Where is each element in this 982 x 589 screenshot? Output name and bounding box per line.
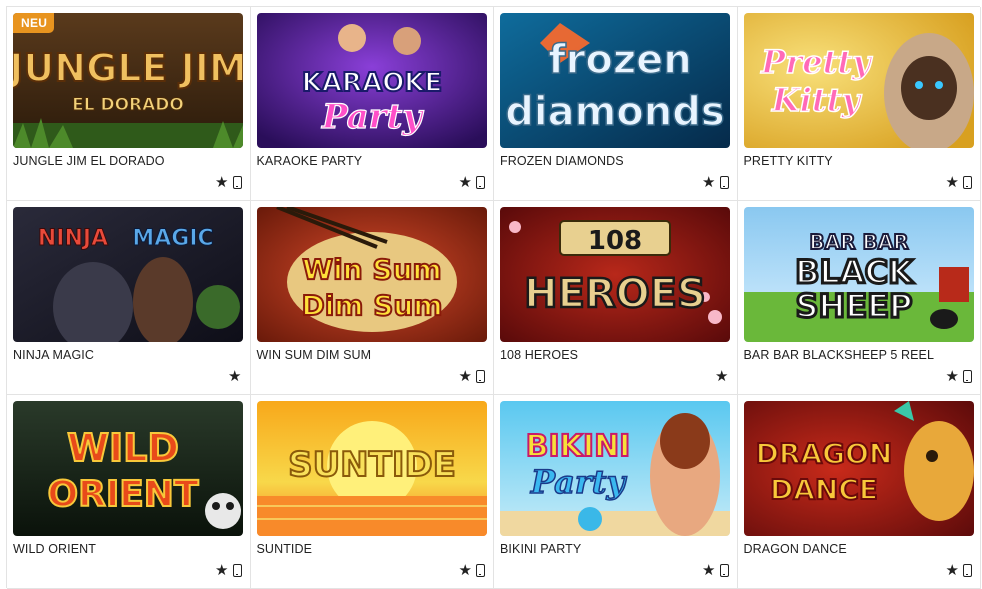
game-thumbnail[interactable]: DRAGON DANCE — [743, 401, 974, 536]
game-tile-pretty-kitty[interactable]: Pretty Kitty PRETTY KITTY ★ — [737, 7, 981, 201]
art-title-line2: Kitty — [770, 81, 862, 119]
star-icon[interactable]: ★ — [459, 175, 472, 190]
art-title-line2: ORIENT — [48, 474, 199, 515]
art-title-line1: NINJA — [38, 226, 108, 251]
star-icon[interactable]: ★ — [459, 563, 472, 578]
game-title[interactable]: KARAOKE PARTY — [257, 154, 363, 168]
art-title-line2: HEROES — [524, 271, 706, 317]
game-title[interactable]: FROZEN DIAMONDS — [500, 154, 624, 168]
game-thumbnail[interactable]: frozen diamonds — [500, 13, 730, 148]
mobile-icon — [963, 370, 972, 383]
star-icon[interactable]: ★ — [459, 369, 472, 384]
mobile-icon — [232, 564, 242, 577]
game-thumbnail[interactable]: JUNGLE JIM EL DORADO — [13, 13, 243, 148]
star-icon[interactable]: ★ — [702, 175, 715, 190]
art-title-line2: Party — [530, 463, 628, 501]
game-tile-bikini-party[interactable]: BIKINI Party BIKINI PARTY ★ — [494, 395, 738, 589]
art-title-line2: BLACK — [795, 253, 914, 291]
art-title-line2: diamonds — [505, 89, 724, 135]
art-title-line1: BIKINI — [526, 429, 631, 464]
game-tile-wild-orient[interactable]: WILD ORIENT WILD ORIENT ★ — [7, 395, 251, 589]
art-title-line1: WILD — [67, 426, 179, 470]
game-tile-108-heroes[interactable]: 108 HEROES 108 HEROES ★ — [494, 201, 738, 395]
star-icon[interactable]: ★ — [946, 175, 959, 190]
game-title[interactable]: PRETTY KITTY — [744, 154, 833, 168]
game-title[interactable]: BAR BAR BLACKSHEEP 5 REEL — [744, 348, 935, 362]
game-title[interactable]: WIN SUM DIM SUM — [257, 348, 372, 362]
game-thumbnail[interactable]: BAR BAR BLACK SHEEP — [743, 207, 974, 342]
mobile-icon — [232, 176, 242, 189]
art-title-line1: JUNGLE JIM — [13, 46, 243, 90]
game-title[interactable]: NINJA MAGIC — [13, 348, 94, 362]
star-icon[interactable]: ★ — [215, 563, 228, 578]
mobile-icon — [719, 564, 729, 577]
mobile-icon — [963, 564, 972, 577]
game-tile-jungle-jim[interactable]: NEU JUNGLE JIM EL DORADO JUNGLE JIM EL D… — [7, 7, 251, 201]
art-title-line2: EL DORADO — [72, 95, 184, 115]
game-title[interactable]: SUNTIDE — [257, 542, 313, 556]
art-title-line2: DANCE — [769, 473, 877, 506]
star-icon[interactable]: ★ — [946, 369, 959, 384]
art-title-line1: Pretty — [760, 43, 873, 81]
game-thumbnail[interactable]: BIKINI Party — [500, 401, 730, 536]
game-tile-win-sum-dim-sum[interactable]: Win Sum Dim Sum WIN SUM DIM SUM ★ — [250, 201, 494, 395]
star-icon[interactable]: ★ — [215, 175, 228, 190]
game-grid: NEU JUNGLE JIM EL DORADO JUNGLE JIM EL D… — [6, 6, 981, 589]
game-tile-dragon-dance[interactable]: DRAGON DANCE DRAGON DANCE ★ — [737, 395, 981, 589]
art-title-line1: SUNTIDE — [288, 445, 456, 485]
game-title[interactable]: JUNGLE JIM EL DORADO — [13, 154, 165, 168]
art-title-line1: 108 — [588, 226, 642, 256]
star-icon[interactable]: ★ — [228, 369, 241, 384]
new-badge: NEU — [13, 13, 55, 33]
art-title-line1: KARAOKE — [301, 68, 441, 98]
game-tile-frozen-diamonds[interactable]: frozen diamonds FROZEN DIAMONDS ★ — [494, 7, 738, 201]
game-thumbnail[interactable]: NINJA MAGIC — [13, 207, 243, 342]
game-tile-karaoke-party[interactable]: KARAOKE Party KARAOKE PARTY ★ — [250, 7, 494, 201]
game-thumbnail[interactable]: Win Sum Dim Sum — [256, 207, 487, 342]
game-thumbnail[interactable]: SUNTIDE — [256, 401, 487, 536]
star-icon[interactable]: ★ — [946, 563, 959, 578]
game-thumbnail[interactable]: WILD ORIENT — [13, 401, 243, 536]
mobile-icon — [476, 370, 485, 383]
game-tile-bar-bar-black-sheep[interactable]: BAR BAR BLACK SHEEP BAR BAR BLACKSHEEP 5… — [737, 201, 981, 395]
mobile-icon — [476, 176, 485, 189]
game-thumbnail[interactable]: Pretty Kitty — [743, 13, 974, 148]
mobile-icon — [719, 176, 729, 189]
art-title-line1: DRAGON — [755, 437, 892, 470]
art-title-line2: MAGIC — [132, 226, 213, 251]
game-tile-suntide[interactable]: SUNTIDE SUNTIDE ★ — [250, 395, 494, 589]
art-title-line2: Party — [320, 97, 423, 137]
art-title-line3: SHEEP — [795, 287, 912, 325]
game-thumbnail[interactable]: KARAOKE Party — [256, 13, 487, 148]
art-title-line1: BAR BAR — [809, 230, 908, 254]
art-title-line1: Win Sum — [302, 253, 441, 286]
mobile-icon — [963, 176, 972, 189]
mobile-icon — [476, 564, 485, 577]
game-title[interactable]: BIKINI PARTY — [500, 542, 581, 556]
game-title[interactable]: DRAGON DANCE — [744, 542, 847, 556]
game-tile-ninja-magic[interactable]: NINJA MAGIC NINJA MAGIC ★ — [7, 201, 251, 395]
game-title[interactable]: 108 HEROES — [500, 348, 578, 362]
star-icon[interactable]: ★ — [715, 369, 728, 384]
game-title[interactable]: WILD ORIENT — [13, 542, 96, 556]
star-icon[interactable]: ★ — [702, 563, 715, 578]
game-thumbnail[interactable]: 108 HEROES — [500, 207, 730, 342]
art-title-line2: Dim Sum — [301, 289, 442, 322]
art-title-line1: frozen — [548, 37, 692, 83]
